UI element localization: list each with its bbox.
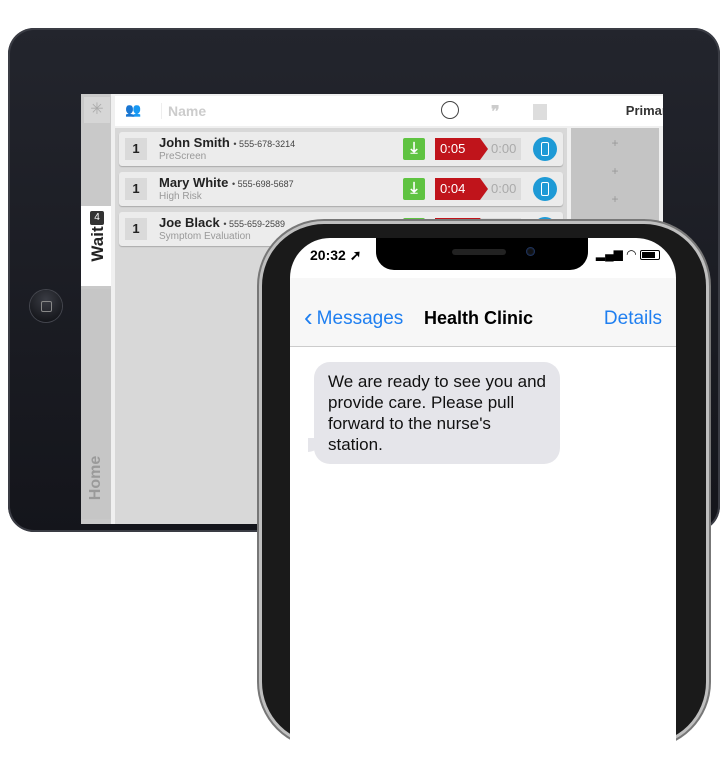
tab-home-label: Home <box>87 455 104 501</box>
device-icon[interactable] <box>533 104 547 120</box>
patient-phone: • 555-659-2589 <box>223 219 286 229</box>
quote-icon[interactable]: ❞ <box>491 102 500 122</box>
wifi-icon: ◠ <box>626 247 637 261</box>
timer-arrow-icon <box>480 138 488 160</box>
patient-name-line: Mary White • 555-698-5687 <box>159 175 294 190</box>
phone-device: 20:32 ➚ ▂▄▆ ◠ ‹ Messages Health Clinic De… <box>262 224 706 758</box>
patient-reason: Symptom Evaluation <box>159 231 251 242</box>
back-label: Messages <box>316 308 404 329</box>
clock-text: 20:32 <box>310 247 346 263</box>
mobile-phone-icon[interactable] <box>533 137 557 161</box>
party-count: 1 <box>125 178 147 200</box>
users-icon: 👥 <box>125 102 142 117</box>
status-icons: ▂▄▆ ◠ <box>596 247 660 261</box>
messages-navbar: ‹ Messages Health Clinic Details <box>290 278 676 347</box>
party-count: 1 <box>125 138 147 160</box>
patient-row[interactable]: 1 John Smith • 555-678-3214 PreScreen ⤓ … <box>119 132 563 166</box>
timer-secondary: 0:00 <box>491 141 517 156</box>
add-primary-button[interactable]: + <box>571 136 659 150</box>
patient-name: Joe Black <box>159 215 220 230</box>
download-icon[interactable]: ⤓ <box>403 138 425 160</box>
list-header: 👥 Name ❞ Primary <box>115 96 663 126</box>
home-button[interactable] <box>30 290 62 322</box>
conversation-title: Health Clinic <box>424 308 534 328</box>
status-time: 20:32 ➚ <box>310 247 361 264</box>
patient-row[interactable]: 1 Mary White • 555-698-5687 High Risk ⤓ … <box>119 172 563 206</box>
timer-arrow-icon <box>480 178 488 200</box>
wait-timer: 0:04 0:00 <box>435 178 521 200</box>
patient-phone: • 555-698-5687 <box>231 179 294 189</box>
back-button[interactable]: ‹ Messages <box>304 302 403 333</box>
speaker <box>452 249 506 255</box>
patient-phone: • 555-678-3214 <box>233 139 296 149</box>
patient-name: John Smith <box>159 135 230 150</box>
tab-wait-label: Wait <box>88 226 107 262</box>
wait-timer: 0:05 0:00 <box>435 138 521 160</box>
tab-wait[interactable]: 4 Wait <box>81 206 111 286</box>
party-count: 1 <box>125 218 147 240</box>
sidebar: ✳ 4 Wait Home <box>81 94 111 524</box>
timer-elapsed: 0:05 <box>435 138 480 160</box>
notch <box>376 238 588 270</box>
location-arrow-icon: ➚ <box>349 247 362 263</box>
patient-reason: High Risk <box>159 191 202 202</box>
patient-name-line: Joe Black • 555-659-2589 <box>159 215 285 230</box>
download-icon[interactable]: ⤓ <box>403 178 425 200</box>
message-bubble: We are ready to see you and provide care… <box>314 362 560 464</box>
spinner-icon[interactable]: ✳ <box>84 97 110 123</box>
timer-secondary: 0:00 <box>491 181 517 196</box>
phone-screen: 20:32 ➚ ▂▄▆ ◠ ‹ Messages Health Clinic De… <box>290 238 676 758</box>
add-primary-button[interactable]: + <box>571 164 659 178</box>
patient-reason: PreScreen <box>159 151 207 162</box>
signal-icon: ▂▄▆ <box>595 247 623 261</box>
column-primary[interactable]: Primary <box>603 96 663 126</box>
chevron-left-icon: ‹ <box>304 302 313 332</box>
camera <box>526 247 535 256</box>
mobile-phone-icon[interactable] <box>533 177 557 201</box>
tab-home[interactable]: Home <box>81 289 111 519</box>
details-button[interactable]: Details <box>604 308 662 330</box>
battery-icon <box>640 249 660 260</box>
patient-name-line: John Smith • 555-678-3214 <box>159 135 295 150</box>
timer-elapsed: 0:04 <box>435 178 480 200</box>
clock-icon[interactable] <box>441 101 459 119</box>
column-name[interactable]: Name <box>161 103 206 119</box>
add-primary-button[interactable]: + <box>571 192 659 206</box>
patient-name: Mary White <box>159 175 229 190</box>
